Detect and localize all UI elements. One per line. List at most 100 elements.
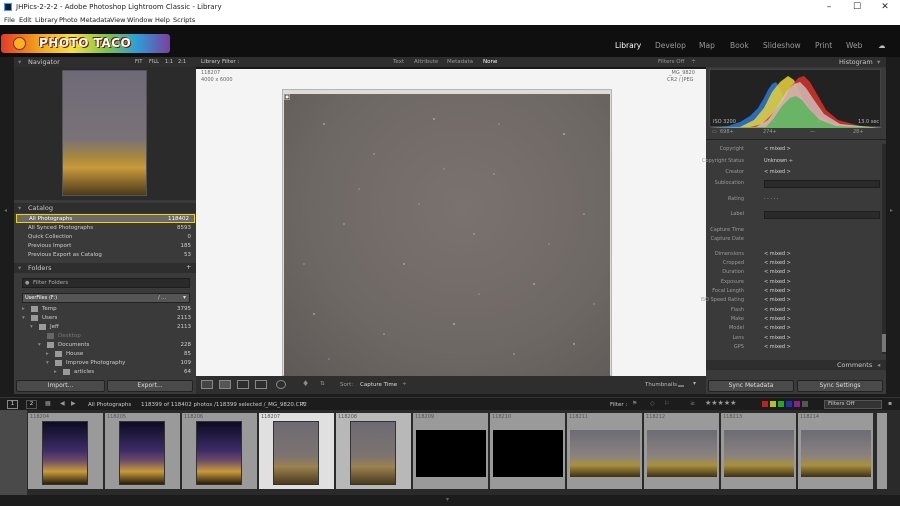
page-1-button[interactable]: 1 xyxy=(7,400,18,409)
menu-help[interactable]: Help xyxy=(155,16,170,24)
filter-switch-icon[interactable]: ▪ xyxy=(888,400,892,407)
folder-row[interactable]: ▾ Jeff 2113 xyxy=(14,323,196,332)
folder-row[interactable]: Desktop xyxy=(14,332,196,341)
catalog-item-quick-collection[interactable]: Quick Collection 0 xyxy=(14,233,196,242)
expand-icon[interactable]: ▸ xyxy=(46,351,49,357)
filmstrip-thumbnail[interactable]: 118205 xyxy=(105,413,180,489)
catalog-header[interactable]: ▾ Catalog xyxy=(14,203,196,213)
filmstrip-source[interactable]: All Photographs xyxy=(88,402,131,408)
menu-view[interactable]: View xyxy=(110,16,125,24)
zoom-2-1[interactable]: 2:1 xyxy=(178,59,186,65)
folder-row[interactable]: ▸ House 85 xyxy=(14,350,196,359)
collapse-icon[interactable]: ▾ xyxy=(30,324,33,330)
metadata-row[interactable]: Label xyxy=(706,211,886,220)
filter-metadata[interactable]: Metadata xyxy=(447,59,473,65)
metadata-row[interactable]: Make < mixed > xyxy=(706,316,886,325)
filter-preset[interactable]: Filters Off xyxy=(658,59,684,65)
metadata-row[interactable]: GPS < mixed > xyxy=(706,344,886,353)
blue-label-filter[interactable] xyxy=(786,401,792,407)
other-label-filter[interactable] xyxy=(802,401,808,407)
source-menu-icon[interactable]: ▾ xyxy=(302,400,305,407)
metadata-value[interactable]: < mixed > xyxy=(764,169,791,175)
right-collapse-icon[interactable]: ▸ xyxy=(890,207,893,214)
flag-icon[interactable]: ⚑ xyxy=(632,400,637,407)
zoom-1-1[interactable]: 1:1 xyxy=(165,59,173,65)
metadata-row[interactable]: Focal Length < mixed > xyxy=(706,288,886,297)
grid-icon[interactable]: ▦ xyxy=(45,400,51,407)
rating-filter-stars[interactable]: ★★★★★ xyxy=(705,399,736,407)
folder-row[interactable]: ▸ Temp 3795 xyxy=(14,305,196,314)
filmstrip-thumbnail[interactable]: 118214 xyxy=(798,413,873,489)
module-print[interactable]: Print xyxy=(815,41,832,50)
filter-attribute[interactable]: Attribute xyxy=(414,59,438,65)
metadata-row[interactable]: Capture Date xyxy=(706,236,886,245)
green-label-filter[interactable] xyxy=(778,401,784,407)
identity-plate[interactable]: PHOTO TACO xyxy=(1,34,170,53)
menu-file[interactable]: File xyxy=(4,16,15,24)
metadata-row[interactable]: Copyright < mixed > xyxy=(706,146,886,155)
metadata-value[interactable]: < mixed > xyxy=(764,146,791,152)
purple-label-filter[interactable] xyxy=(794,401,800,407)
sort-menu-icon[interactable]: ÷ xyxy=(402,381,407,387)
menu-library[interactable]: Library xyxy=(35,16,58,24)
navigator-header[interactable]: ▾ Navigator FIT FILL 1:1 2:1 xyxy=(14,57,196,67)
metadata-row[interactable]: Exposure < mixed > xyxy=(706,279,886,288)
scrollbar-thumb[interactable] xyxy=(882,334,886,352)
catalog-item-all-photographs[interactable]: All Photographs 118402 xyxy=(16,214,195,223)
folder-row[interactable]: ▸ articles 64 xyxy=(14,368,196,375)
people-view-icon[interactable] xyxy=(276,380,286,389)
sort-direction-icon[interactable]: ⇅ xyxy=(320,381,325,387)
filmstrip-thumbnail[interactable]: 118211 xyxy=(567,413,642,489)
filmstrip-thumbnail[interactable]: 118209 xyxy=(413,413,488,489)
main-photo[interactable] xyxy=(284,94,610,376)
compare-view-icon[interactable] xyxy=(237,380,249,389)
metadata-row[interactable]: ISO Speed Rating < mixed > xyxy=(700,297,886,306)
expand-icon[interactable]: ▸ xyxy=(54,369,57,375)
sync-metadata-button[interactable]: Sync Metadata xyxy=(708,380,794,392)
folder-row[interactable]: ▾ Documents 228 xyxy=(14,341,196,350)
metadata-row[interactable]: Duration < mixed > xyxy=(706,269,886,278)
menu-metadata[interactable]: Metadata xyxy=(80,16,111,24)
navigator-thumbnail[interactable] xyxy=(62,70,147,196)
filmstrip-thumbnail[interactable]: 118213 xyxy=(721,413,796,489)
catalog-item-synced[interactable]: All Synced Photographs 8593 xyxy=(14,224,196,233)
filmstrip-thumbnail[interactable]: 118204 xyxy=(28,413,103,489)
sort-value[interactable]: Capture Time xyxy=(360,382,397,388)
filmstrip-thumbnail[interactable]: 118206 xyxy=(182,413,257,489)
back-arrow-icon[interactable]: ◀ xyxy=(60,400,65,407)
metadata-row[interactable]: Dimensions < mixed > xyxy=(706,251,886,260)
volume-bar[interactable]: UserFiles (F:) / ... ▾ xyxy=(22,293,190,303)
module-develop[interactable]: Develop xyxy=(655,41,686,50)
histogram-header[interactable]: Histogram ▾ xyxy=(706,57,886,67)
metadata-row[interactable]: Sublocation xyxy=(706,180,886,189)
grid-view-icon[interactable] xyxy=(201,380,213,389)
expand-icon[interactable]: ▸ xyxy=(22,306,25,312)
filter-folders-input[interactable]: ● Filter Folders xyxy=(22,278,190,288)
catalog-item-previous-import[interactable]: Previous Import 185 xyxy=(14,242,196,251)
comments-header[interactable]: Comments ◂ xyxy=(706,360,886,370)
sync-settings-button[interactable]: Sync Settings xyxy=(797,380,883,392)
menu-photo[interactable]: Photo xyxy=(59,16,78,24)
filter-none[interactable]: None xyxy=(483,59,497,65)
filmstrip-thumbnail-selected[interactable]: 118207 xyxy=(259,413,334,489)
collapse-icon[interactable]: ▾ xyxy=(46,360,49,366)
menu-edit[interactable]: Edit xyxy=(19,16,32,24)
module-slideshow[interactable]: Slideshow xyxy=(763,41,801,50)
metadata-row[interactable]: Model < mixed > xyxy=(706,325,886,334)
filmstrip-filter-preset[interactable]: Filters Off xyxy=(824,400,882,409)
metadata-row[interactable]: Creator < mixed > xyxy=(706,169,886,178)
filmstrip-thumbnail[interactable]: 118208 xyxy=(336,413,411,489)
red-label-filter[interactable] xyxy=(762,401,768,407)
module-library[interactable]: Library xyxy=(615,41,641,50)
toolbar-menu-icon[interactable]: ▾ xyxy=(693,380,696,387)
filter-text[interactable]: Text xyxy=(393,59,404,65)
collapse-icon[interactable]: ▾ xyxy=(22,315,25,321)
rating-filter-op[interactable]: ≥ xyxy=(690,400,695,407)
metadata-row[interactable]: Rating · · · · · xyxy=(706,196,886,205)
reject-flag-icon[interactable]: ⚐ xyxy=(664,400,669,407)
close-icon[interactable]: ✕ xyxy=(871,0,899,14)
menu-scripts[interactable]: Scripts xyxy=(173,16,195,24)
metadata-row[interactable]: Lens < mixed > xyxy=(706,335,886,344)
catalog-item-previous-export[interactable]: Previous Export as Catalog 53 xyxy=(14,251,196,260)
metadata-row[interactable]: Flash < mixed > xyxy=(706,307,886,316)
